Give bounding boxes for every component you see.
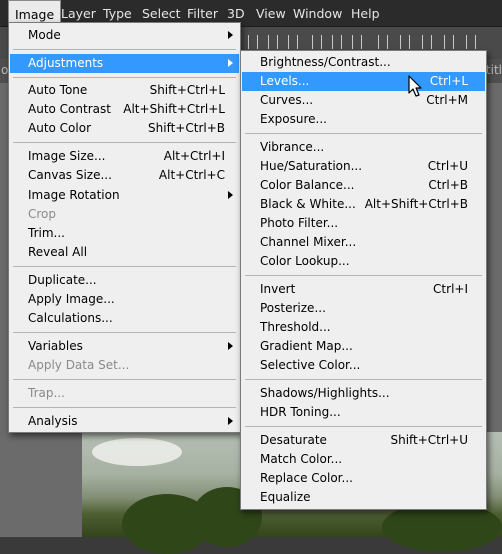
menu-bar-edge: [0, 0, 8, 27]
menu-item-apply-image[interactable]: Apply Image...: [10, 290, 239, 309]
menu-divider: [13, 49, 236, 50]
menu-window[interactable]: Window: [287, 0, 348, 27]
menu-item-equalize[interactable]: Equalize: [242, 488, 485, 507]
menu-item-auto-tone[interactable]: Auto Tone Shift+Ctrl+L: [10, 81, 239, 100]
tab-fragment-right[interactable]: titl: [486, 63, 502, 77]
submenu-arrow-icon: [228, 31, 233, 39]
menu-item-color-balance[interactable]: Color Balance... Ctrl+B: [242, 176, 485, 195]
menu-item-curves[interactable]: Curves... Ctrl+M: [242, 91, 485, 110]
submenu-arrow-icon: [228, 191, 233, 199]
menu-help[interactable]: Help: [345, 0, 386, 27]
menu-item-selective-color[interactable]: Selective Color...: [242, 356, 485, 375]
menu-item-color-lookup[interactable]: Color Lookup...: [242, 252, 485, 271]
menu-divider: [13, 407, 236, 408]
menu-item-adjustments[interactable]: Adjustments: [10, 54, 239, 73]
menu-item-reveal-all[interactable]: Reveal All: [10, 243, 239, 262]
image-menu: Mode Adjustments Auto Tone Shift+Ctrl+L …: [8, 22, 241, 433]
menu-item-image-rotation[interactable]: Image Rotation: [10, 186, 239, 205]
menu-item-photo-filter[interactable]: Photo Filter...: [242, 214, 485, 233]
menu-item-image-size[interactable]: Image Size... Alt+Ctrl+I: [10, 147, 239, 166]
distribute-icon[interactable]: [312, 35, 322, 49]
distribute-icon[interactable]: [466, 35, 476, 49]
menu-item-trap: Trap...: [28, 386, 65, 400]
distribute-icon[interactable]: [378, 35, 388, 49]
mouse-pointer-icon: [408, 75, 422, 97]
menu-divider: [13, 332, 236, 333]
menu-item-desaturate[interactable]: Desaturate Shift+Ctrl+U: [242, 431, 485, 450]
menu-item-hdr-toning[interactable]: HDR Toning...: [242, 403, 485, 422]
menu-item-exposure[interactable]: Exposure...: [242, 110, 485, 129]
menu-item-brightness-contrast[interactable]: Brightness/Contrast...: [242, 53, 485, 72]
menu-item-mode[interactable]: Mode: [10, 26, 239, 45]
adjustments-submenu: Brightness/Contrast... Levels... Ctrl+L …: [240, 50, 487, 510]
menu-divider: [245, 379, 482, 380]
distribute-icon[interactable]: [400, 35, 410, 49]
menu-divider: [13, 266, 236, 267]
menu-item-channel-mixer[interactable]: Channel Mixer...: [242, 233, 485, 252]
distribute-icon[interactable]: [444, 35, 454, 49]
submenu-arrow-icon: [228, 417, 233, 425]
menu-item-analysis[interactable]: Analysis: [10, 412, 239, 431]
menu-view[interactable]: View: [250, 0, 292, 27]
distribute-icon[interactable]: [332, 35, 342, 49]
menu-divider: [13, 77, 236, 78]
distribute-icon[interactable]: [352, 35, 362, 49]
menu-item-threshold[interactable]: Threshold...: [242, 318, 485, 337]
submenu-arrow-icon: [228, 342, 233, 350]
menu-divider: [245, 426, 482, 427]
menu-item-hue-saturation[interactable]: Hue/Saturation... Ctrl+U: [242, 157, 485, 176]
menu-item-replace-color[interactable]: Replace Color...: [242, 469, 485, 488]
submenu-arrow-icon: [228, 59, 233, 67]
menu-divider: [13, 379, 236, 380]
menu-item-duplicate[interactable]: Duplicate...: [10, 271, 239, 290]
menu-item-vibrance[interactable]: Vibrance...: [242, 138, 485, 157]
menu-item-variables[interactable]: Variables: [10, 337, 239, 356]
distribute-icon[interactable]: [422, 35, 432, 49]
align-icon[interactable]: [248, 35, 258, 49]
menu-item-trim[interactable]: Trim...: [10, 224, 239, 243]
menu-item-levels[interactable]: Levels... Ctrl+L: [242, 72, 485, 91]
menu-item-black-white[interactable]: Black & White... Alt+Shift+Ctrl+B: [242, 195, 485, 214]
menu-item-apply-data-set: Apply Data Set...: [28, 358, 130, 372]
menu-item-canvas-size[interactable]: Canvas Size... Alt+Ctrl+C: [10, 166, 239, 185]
menu-item-gradient-map[interactable]: Gradient Map...: [242, 337, 485, 356]
align-icon[interactable]: [288, 35, 298, 49]
menu-item-auto-color[interactable]: Auto Color Shift+Ctrl+B: [10, 119, 239, 138]
menu-divider: [245, 133, 482, 134]
menu-divider: [13, 142, 236, 143]
menu-item-auto-contrast[interactable]: Auto Contrast Alt+Shift+Ctrl+L: [10, 100, 239, 119]
menu-item-crop: Crop: [28, 207, 57, 221]
menu-item-posterize[interactable]: Posterize...: [242, 299, 485, 318]
align-icon[interactable]: [268, 35, 278, 49]
menu-item-match-color[interactable]: Match Color...: [242, 450, 485, 469]
menu-item-calculations[interactable]: Calculations...: [10, 309, 239, 328]
menu-divider: [245, 275, 482, 276]
menu-item-invert[interactable]: Invert Ctrl+I: [242, 280, 485, 299]
menu-item-shadows-highlights[interactable]: Shadows/Highlights...: [242, 384, 485, 403]
cloud: [92, 438, 182, 466]
